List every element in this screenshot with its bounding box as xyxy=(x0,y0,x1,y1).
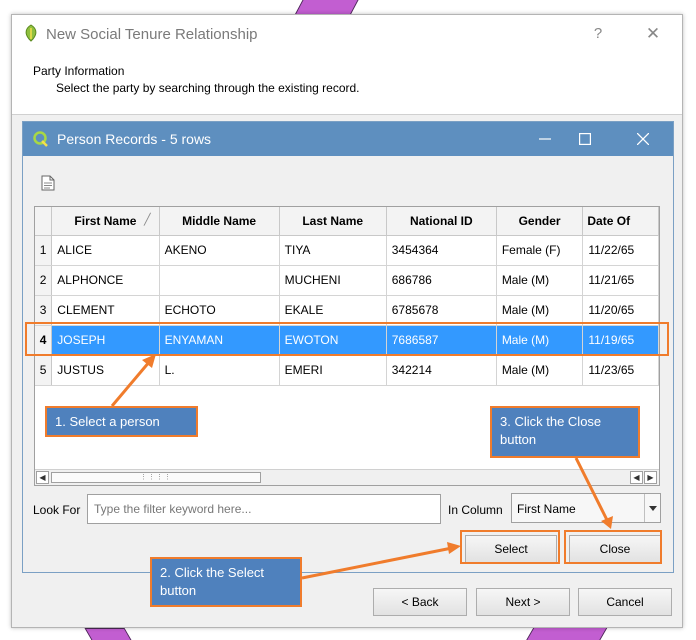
look-for-label: Look For xyxy=(33,503,81,517)
table-cell[interactable]: CLEMENT xyxy=(51,295,160,326)
select-button[interactable]: Select xyxy=(465,535,557,563)
table-cell[interactable]: 11/19/65 xyxy=(582,325,659,356)
table-cell[interactable]: 342214 xyxy=(386,355,497,386)
table-cell[interactable]: 11/23/65 xyxy=(582,355,659,386)
column-header[interactable]: National ID xyxy=(386,207,497,236)
next-button[interactable]: Next > xyxy=(476,588,570,616)
document-icon[interactable] xyxy=(41,175,55,191)
column-select[interactable]: First Name xyxy=(511,493,661,523)
table-cell[interactable]: 7686587 xyxy=(386,325,497,356)
table-cell[interactable]: Male (M) xyxy=(496,295,584,326)
filter-keyword-input[interactable] xyxy=(87,494,441,524)
column-header[interactable]: First Name ╱ xyxy=(51,207,160,236)
app-logo-icon xyxy=(25,24,37,42)
table-row-selected[interactable]: 4 JOSEPH ENYAMAN EWOTON 7686587 Male (M)… xyxy=(35,325,659,356)
table-cell[interactable] xyxy=(159,265,280,296)
party-info-panel: Party Information Select the party by se… xyxy=(12,53,682,115)
callout-step1: 1. Select a person xyxy=(45,406,198,437)
callout-step3: 3. Click the Close button xyxy=(490,406,640,458)
column-header-label: First Name xyxy=(74,213,137,228)
minimize-button[interactable] xyxy=(527,127,563,151)
table-cell[interactable]: JUSTUS xyxy=(51,355,160,386)
row-number-header xyxy=(35,207,53,236)
sort-indicator-icon: ╱ xyxy=(143,214,151,226)
table-row[interactable]: 5 JUSTUS L. EMERI 342214 Male (M) 11/23/… xyxy=(35,355,659,386)
row-number[interactable]: 2 xyxy=(35,265,53,296)
column-header[interactable]: Middle Name xyxy=(159,207,280,236)
person-records-window: Person Records - 5 rows First Name ╱ Mid… xyxy=(22,121,674,573)
close-icon xyxy=(637,133,649,145)
qgis-icon xyxy=(33,131,48,147)
scroll-left-icon[interactable]: ◀ xyxy=(630,471,643,484)
column-header-label: National ID xyxy=(409,213,473,228)
table-cell[interactable]: Female (F) xyxy=(496,235,584,266)
table-cell[interactable]: AKENO xyxy=(159,235,280,266)
column-header-label: Gender xyxy=(518,213,561,228)
background-shape xyxy=(84,628,140,640)
table-cell[interactable]: 6785678 xyxy=(386,295,497,326)
in-column-label: In Column xyxy=(448,503,503,517)
person-records-title-bar: Person Records - 5 rows xyxy=(23,122,673,156)
table-row[interactable]: 2 ALPHONCE MUCHENI 686786 Male (M) 11/21… xyxy=(35,265,659,296)
table-row[interactable]: 1 ALICE AKENO TIYA 3454364 Female (F) 11… xyxy=(35,235,659,266)
table-cell[interactable]: ALICE xyxy=(51,235,160,266)
table-cell[interactable]: 11/22/65 xyxy=(582,235,659,266)
records-close-button[interactable] xyxy=(625,127,661,151)
table-cell[interactable]: ENYAMAN xyxy=(159,325,280,356)
person-records-title: Person Records - 5 rows xyxy=(57,131,212,147)
party-subtitle: Select the party by searching through th… xyxy=(56,81,360,95)
column-header-label: Date Of xyxy=(587,213,631,228)
table-cell[interactable]: 11/20/65 xyxy=(582,295,659,326)
row-number[interactable]: 5 xyxy=(35,355,53,386)
table-cell[interactable]: EWOTON xyxy=(279,325,387,356)
close-button[interactable]: Close xyxy=(569,535,661,563)
table-cell[interactable]: 3454364 xyxy=(386,235,497,266)
dialog-title-bar: New Social Tenure Relationship ? ✕ xyxy=(12,15,682,53)
column-header-label: Last Name xyxy=(302,213,364,228)
table-cell[interactable]: Male (M) xyxy=(496,325,584,356)
callout-step2: 2. Click the Select button xyxy=(150,557,302,607)
table-cell[interactable]: 11/21/65 xyxy=(582,265,659,296)
table-cell[interactable]: EMERI xyxy=(279,355,387,386)
table-cell[interactable]: Male (M) xyxy=(496,355,584,386)
table-row[interactable]: 3 CLEMENT ECHOTO EKALE 6785678 Male (M) … xyxy=(35,295,659,326)
column-header-label: Middle Name xyxy=(182,213,257,228)
cancel-button[interactable]: Cancel xyxy=(578,588,672,616)
table-cell[interactable]: EKALE xyxy=(279,295,387,326)
scroll-left-icon[interactable]: ◀ xyxy=(36,471,49,484)
maximize-icon xyxy=(579,133,591,145)
table-header-row: First Name ╱ Middle Name Last Name Nation… xyxy=(35,207,659,236)
table-cell[interactable]: JOSEPH xyxy=(51,325,160,356)
dialog-title: New Social Tenure Relationship xyxy=(46,26,258,43)
scroll-right-icon[interactable]: ▶ xyxy=(644,471,657,484)
chevron-down-icon xyxy=(648,505,657,511)
maximize-button[interactable] xyxy=(567,127,603,151)
table-cell[interactable]: ECHOTO xyxy=(159,295,280,326)
row-number[interactable]: 1 xyxy=(35,235,53,266)
column-header[interactable]: Last Name xyxy=(279,207,387,236)
table-cell[interactable]: Male (M) xyxy=(496,265,584,296)
horizontal-scrollbar[interactable]: ◀ ⋮⋮⋮⋮ ◀ ▶ xyxy=(35,469,659,485)
dropdown-button[interactable] xyxy=(644,494,660,522)
minimize-icon xyxy=(539,138,551,140)
column-header[interactable]: Date Of xyxy=(582,207,659,236)
table-cell[interactable]: ALPHONCE xyxy=(51,265,160,296)
column-select-value: First Name xyxy=(517,502,576,516)
scrollbar-thumb[interactable]: ⋮⋮⋮⋮ xyxy=(51,472,261,483)
party-heading: Party Information xyxy=(33,64,125,78)
help-button[interactable]: ? xyxy=(586,23,610,45)
back-button[interactable]: < Back xyxy=(373,588,467,616)
records-grid: First Name ╱ Middle Name Last Name Nation… xyxy=(35,207,659,386)
row-number[interactable]: 4 xyxy=(35,325,53,356)
table-cell[interactable]: TIYA xyxy=(279,235,387,266)
dialog-close-button[interactable]: ✕ xyxy=(640,23,666,45)
column-header[interactable]: Gender xyxy=(496,207,584,236)
row-number[interactable]: 3 xyxy=(35,295,53,326)
table-cell[interactable]: MUCHENI xyxy=(279,265,387,296)
table-cell[interactable]: 686786 xyxy=(386,265,497,296)
table-cell[interactable]: L. xyxy=(159,355,280,386)
